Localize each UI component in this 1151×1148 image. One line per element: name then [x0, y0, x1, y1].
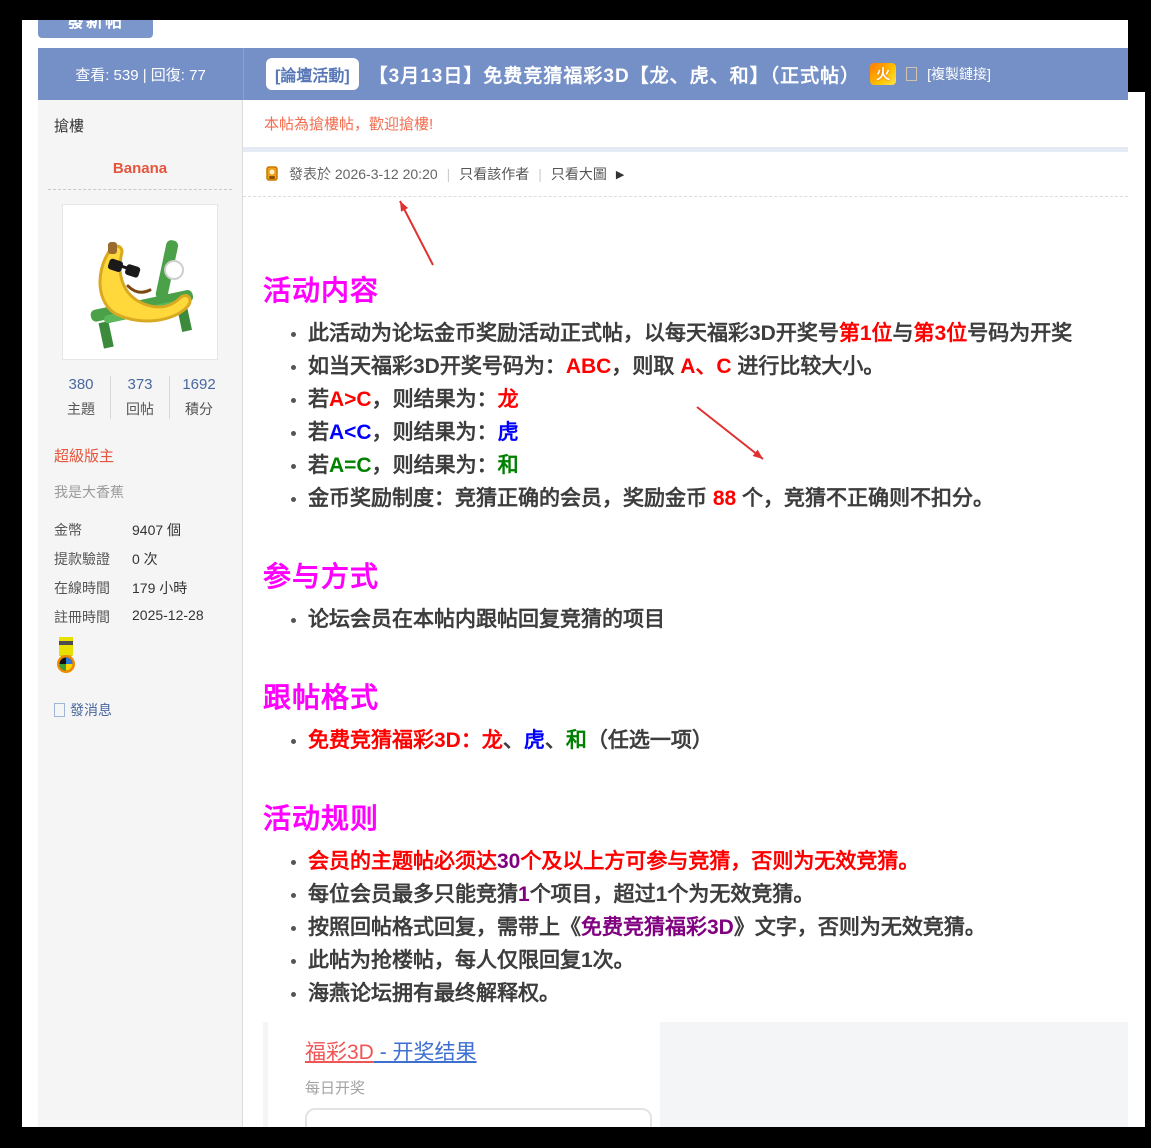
lottery-widget-title-link[interactable]: 福彩3D - 开奖结果	[305, 1036, 652, 1066]
bullet-item: 免费竞猜福彩3D：龙、虎、和（任选一项）	[263, 724, 1128, 757]
stat-label: 回帖	[111, 399, 169, 419]
bullet-item: 若A=C，则结果为：和	[263, 449, 1128, 482]
section-heading: 跟帖格式	[263, 676, 1128, 716]
stat-label: 主題	[52, 399, 110, 419]
post-body: 活动内容此活动为论坛金币奖励活动正式帖，以每天福彩3D开奖号第1位与第3位号码为…	[243, 269, 1128, 1148]
post-meta-row: 發表於 2026-3-12 20:20 | 只看該作者 | 只看大圖 ▶	[243, 152, 1128, 197]
copy-link-button[interactable]: [複製鏈接]	[927, 64, 991, 84]
info-value: 2025-12-28	[132, 607, 204, 627]
bullet-item: 每位会员最多只能竞猜1个项目，超过1个为无效竞猜。	[263, 878, 1128, 911]
author-sidebar: 搶樓 Banana	[38, 100, 243, 1127]
frame-top	[0, 0, 1151, 20]
bullet-item: 此活动为论坛金币奖励活动正式帖，以每天福彩3D开奖号第1位与第3位号码为开奖	[263, 317, 1128, 350]
info-row: 在線時間179 小時	[54, 578, 242, 598]
info-value: 0 次	[132, 549, 158, 569]
bullet-item: 论坛会员在本帖内跟帖回复竞猜的项目	[263, 603, 1128, 636]
author-stats: 380 主題373 回帖1692 積分	[52, 376, 228, 419]
bullet-item: 海燕论坛拥有最终解释权。	[263, 977, 1128, 1010]
medal-icon	[54, 637, 242, 678]
section-heading: 活动内容	[263, 269, 1128, 309]
stat-cell[interactable]: 380 主題	[52, 376, 111, 419]
bullet-item: 若A>C，则结果为：龙	[263, 383, 1128, 416]
main-wrap: 搶樓 Banana	[38, 100, 1128, 1127]
info-row: 註冊時間2025-12-28	[54, 607, 242, 627]
section-heading: 活动规则	[263, 797, 1128, 837]
info-label: 提款驗證	[54, 549, 132, 569]
thread-notice: 本帖為搶樓帖，歡迎搶樓!	[243, 100, 1128, 152]
widget-subtitle: 每日开奖	[305, 1077, 652, 1098]
hot-fire-icon: 火	[870, 63, 896, 85]
thread-title: 【3月13日】免费竞猜福彩3D【龙、虎、和】（正式帖）	[369, 61, 861, 88]
stat-value: 380	[52, 376, 110, 393]
thread-title-wrap: [論壇活動] 【3月13日】免费竞猜福彩3D【龙、虎、和】（正式帖） 火 [複製…	[244, 58, 1128, 90]
frame-top-right-notch	[1128, 0, 1151, 92]
stat-cell[interactable]: 373 回帖	[111, 376, 170, 419]
meta-separator: |	[447, 166, 451, 182]
widget-title-blue: - 开奖结果	[374, 1041, 477, 1064]
banana-avatar-image	[70, 212, 210, 352]
info-label: 註冊時間	[54, 607, 132, 627]
info-label: 在線時間	[54, 578, 132, 598]
avatar[interactable]	[62, 204, 218, 360]
send-message-link[interactable]: 發消息	[54, 700, 242, 720]
posted-at: 發表於 2026-3-12 20:20	[289, 164, 438, 184]
author-signature: 我是大香蕉	[54, 482, 242, 502]
missing-glyph-icon	[906, 67, 917, 81]
bullet-item: 如当天福彩3D开奖号码为：ABC，则取 A、C 进行比较大小。	[263, 350, 1128, 383]
post-content-column: 本帖為搶樓帖，歡迎搶樓! 發表於 2026-3-12 20:20 | 只看該作者…	[243, 100, 1128, 1127]
views-replies-count: 查看: 539 | 回復: 77	[38, 64, 243, 85]
widget-title-red: 福彩3D	[305, 1041, 374, 1064]
info-label: 金幣	[54, 520, 132, 540]
post-sections: 活动内容此活动为论坛金币奖励活动正式帖，以每天福彩3D开奖号第1位与第3位号码为…	[263, 269, 1128, 1010]
bullet-list: 免费竞猜福彩3D：龙、虎、和（任选一项）	[263, 724, 1128, 757]
author-info-list: 金幣9407 個提款驗證0 次在線時間179 小時註冊時間2025-12-28	[54, 520, 242, 627]
send-message-label: 發消息	[70, 700, 112, 720]
bullet-list: 会员的主题帖必须达30个及以上方可参与竞猜，否则为无效竞猜。每位会员最多只能竞猜…	[263, 845, 1128, 1010]
stat-value: 1692	[170, 376, 228, 393]
info-value: 179 小時	[132, 578, 187, 598]
info-row: 金幣9407 個	[54, 520, 242, 540]
bullet-item: 此帖为抢楼帖，每人仅限回复1次。	[263, 944, 1128, 977]
stat-cell[interactable]: 1692 積分	[170, 376, 228, 419]
only-author-link[interactable]: 只看該作者	[459, 164, 529, 184]
frame-left	[0, 0, 22, 1148]
info-row: 提款驗證0 次	[54, 549, 242, 569]
only-large-image-link[interactable]: 只看大圖	[551, 164, 607, 184]
meta-separator: |	[538, 166, 542, 182]
author-stamp-icon	[264, 165, 280, 183]
bullet-list: 此活动为论坛金币奖励活动正式帖，以每天福彩3D开奖号第1位与第3位号码为开奖如当…	[263, 317, 1128, 515]
thread-header-bar: 查看: 539 | 回復: 77 [論壇活動] 【3月13日】免费竞猜福彩3D【…	[38, 48, 1128, 100]
bullet-list: 论坛会员在本帖内跟帖回复竞猜的项目	[263, 603, 1128, 636]
caret-right-icon[interactable]: ▶	[616, 168, 624, 181]
bullet-item: 金币奖励制度：竞猜正确的会员，奖励金币 88 个，竞猜不正确则不扣分。	[263, 482, 1128, 515]
frame-bottom	[0, 1127, 1151, 1148]
stat-value: 373	[111, 376, 169, 393]
bullet-item: 按照回帖格式回复，需带上《免费竞猜福彩3D》文字，否则为无效竞猜。	[263, 911, 1128, 944]
message-icon	[54, 703, 65, 717]
author-username[interactable]: Banana	[38, 160, 242, 177]
floor-label: 搶樓	[38, 100, 242, 136]
category-badge[interactable]: [論壇活動]	[266, 58, 359, 90]
section-heading: 参与方式	[263, 555, 1128, 595]
sidebar-dashed-divider	[48, 189, 232, 190]
bullet-item: 若A<C，则结果为：虎	[263, 416, 1128, 449]
frame-right	[1145, 0, 1151, 1148]
stat-label: 積分	[170, 399, 228, 419]
author-role: 超級版主	[54, 445, 242, 466]
bullet-item: 会员的主题帖必须达30个及以上方可参与竞猜，否则为无效竞猜。	[263, 845, 1128, 878]
info-value: 9407 個	[132, 520, 181, 540]
